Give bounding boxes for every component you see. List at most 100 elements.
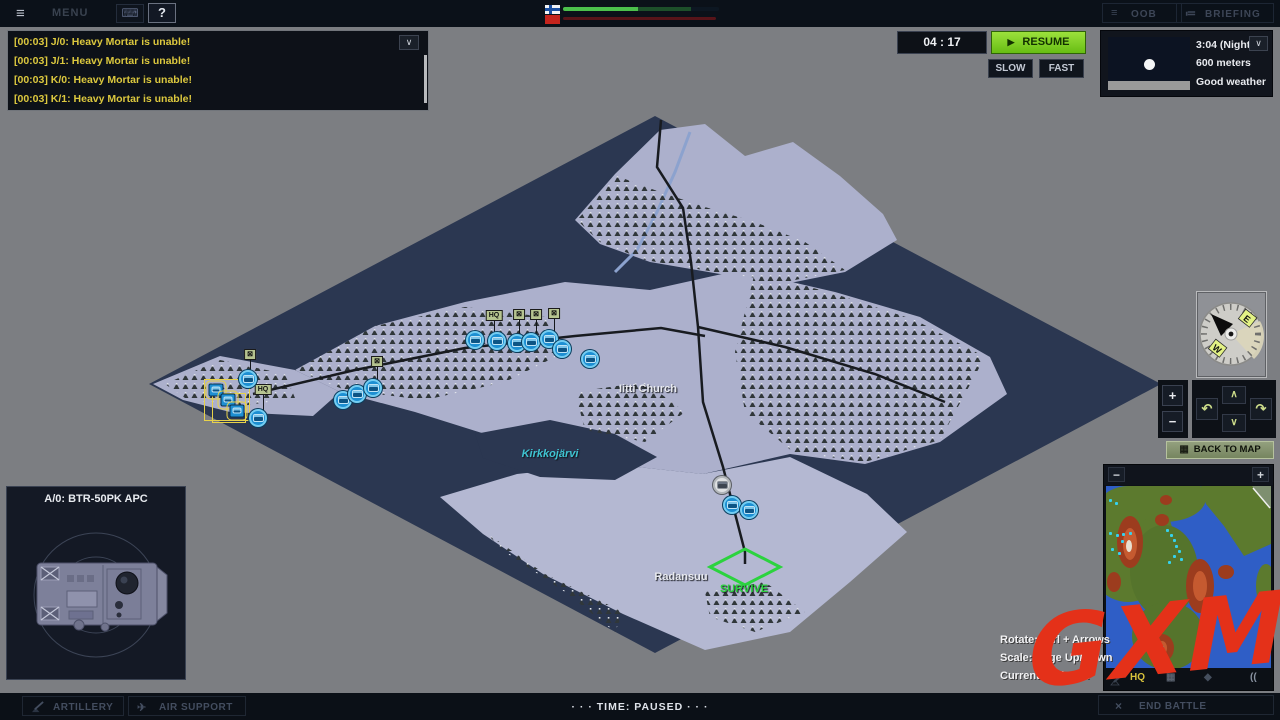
rotate-right-button[interactable]: ↷ xyxy=(1250,398,1272,420)
unit-marker-neutral[interactable] xyxy=(713,476,731,494)
mission-timer: 04 : 17 xyxy=(897,31,987,54)
unit-marker-apc[interactable] xyxy=(239,370,257,388)
unit-flag[interactable]: HQ xyxy=(486,310,503,321)
unit-marker-vehicle[interactable] xyxy=(230,405,245,418)
apc-icon xyxy=(526,338,537,346)
compass: E W xyxy=(1197,292,1266,377)
unit-marker-apc[interactable] xyxy=(364,379,382,397)
chevron-down-icon: ∨ xyxy=(1255,38,1262,48)
tilt-up-button[interactable]: ∧ xyxy=(1222,386,1246,404)
minimap-unit-dot xyxy=(1180,558,1183,561)
minimap[interactable]: − + xyxy=(1103,464,1274,691)
log-message: [00:03] K/1: Heavy Mortar is unable! xyxy=(14,93,192,105)
apc-icon xyxy=(224,397,233,403)
rotate-left-button[interactable]: ↶ xyxy=(1196,398,1218,420)
log-message: [00:03] J/0: Heavy Mortar is unable! xyxy=(14,36,190,48)
message-log: [00:03] J/0: Heavy Mortar is unable! [00… xyxy=(7,30,429,111)
unit-flag[interactable]: ⊠ xyxy=(371,356,383,367)
help-button[interactable]: ? xyxy=(148,3,176,23)
zoom-out-button[interactable]: − xyxy=(1162,411,1183,432)
unit-marker-apc[interactable] xyxy=(723,496,741,514)
minimap-unit-dot xyxy=(1156,642,1159,645)
end-battle-button[interactable]: × END BATTLE xyxy=(1098,695,1274,715)
hamburger-menu-icon[interactable]: ≡ xyxy=(16,5,25,22)
compass-panel[interactable]: E W xyxy=(1196,291,1267,378)
grid-toggle-icon[interactable]: ▦ xyxy=(1166,672,1175,683)
log-scrollbar[interactable] xyxy=(424,55,427,103)
minimap-unit-dot xyxy=(1109,532,1112,535)
log-collapse-button[interactable]: ∨ xyxy=(399,35,419,50)
unit-marker-apc[interactable] xyxy=(553,340,571,358)
camera-help-text: Rotate: Ctrl + Arrows Scale: Page Up/Dow… xyxy=(1000,631,1112,685)
unit-marker-apc[interactable] xyxy=(740,501,758,519)
map-label-lake: Kirkkojärvi xyxy=(522,448,579,460)
zoom-in-button[interactable]: + xyxy=(1162,385,1183,406)
minimap-toolbar: HQ ▦ ◆ (( xyxy=(1104,669,1273,690)
resume-button[interactable]: ▶RESUME xyxy=(991,31,1086,54)
ground-strip xyxy=(1108,81,1190,90)
minimap-zoom-out-button[interactable]: − xyxy=(1108,467,1125,482)
unit-flag[interactable]: ⊠ xyxy=(244,349,256,360)
unit-marker-apc[interactable] xyxy=(581,350,599,368)
apc-icon xyxy=(352,390,363,398)
minimap-unit-dot xyxy=(1155,624,1158,627)
tilt-down-button[interactable]: ∨ xyxy=(1222,414,1246,432)
menu-label[interactable]: MENU xyxy=(52,7,88,19)
unit-flag[interactable]: ⊠ xyxy=(513,309,525,320)
top-bar: ≡ MENU ⌨ ? ≡ OOB ≔ BRIEFING xyxy=(0,0,1280,27)
apc-icon xyxy=(727,501,738,509)
minimap-unit-dot xyxy=(1109,499,1112,502)
minimap-unit-dot xyxy=(1129,532,1132,535)
minimap-unit-dot xyxy=(1153,636,1156,639)
briefing-button[interactable]: ≔ BRIEFING xyxy=(1176,3,1274,23)
apc-icon xyxy=(243,375,254,383)
grid-icon: ▦ xyxy=(1179,444,1188,455)
enemy-strength-bar xyxy=(563,17,716,20)
apc-icon xyxy=(233,408,242,414)
marker-toggle-icon[interactable]: ◆ xyxy=(1204,672,1212,683)
minimap-unit-dot xyxy=(1122,533,1125,536)
vehicle-top-view xyxy=(7,509,185,677)
slow-speed-button[interactable]: SLOW xyxy=(988,59,1033,78)
chevron-up-icon: ∧ xyxy=(1230,389,1237,400)
time-status: · · · TIME: PAUSED · · · xyxy=(0,701,1280,713)
oob-button[interactable]: ≡ OOB xyxy=(1102,3,1182,23)
minimap-unit-dot xyxy=(1115,502,1118,505)
help-scale-line: Scale: Page Up/Down xyxy=(1000,649,1112,667)
unit-marker-apc[interactable] xyxy=(522,333,540,351)
apc-icon xyxy=(470,336,481,344)
apc-icon xyxy=(585,355,596,363)
weather-value: Good weather xyxy=(1196,76,1266,88)
help-current-line: Current scale: 1x xyxy=(1000,667,1112,685)
time-of-day: 3:04 (Night) xyxy=(1196,39,1254,51)
apc-icon xyxy=(717,481,728,489)
minimap-unit-dot xyxy=(1175,545,1178,548)
keyboard-shortcuts-button[interactable]: ⌨ xyxy=(116,4,144,23)
apc-icon xyxy=(212,387,221,393)
minimap-hq-filter[interactable]: HQ xyxy=(1130,672,1145,683)
back-to-map-button[interactable]: ▦BACK TO MAP xyxy=(1166,441,1274,459)
conditions-collapse-button[interactable]: ∨ xyxy=(1249,36,1268,51)
radio-toggle-icon[interactable]: (( xyxy=(1250,672,1257,683)
minimap-unit-dot xyxy=(1116,534,1119,537)
minimap-unit-dot xyxy=(1121,540,1124,543)
unit-flag[interactable]: HQ xyxy=(255,384,272,395)
chevron-down-icon: ∨ xyxy=(1230,417,1237,428)
camera-arrows-panel: ∧ ∨ ↶ ↷ xyxy=(1192,380,1276,438)
minimap-unit-dot xyxy=(1158,630,1161,633)
fast-speed-button[interactable]: FAST xyxy=(1039,59,1084,78)
moon-icon xyxy=(1144,59,1155,70)
unit-flag[interactable]: ⊠ xyxy=(548,308,560,319)
unit-marker-apc[interactable] xyxy=(249,409,267,427)
briefing-list-icon: ≔ xyxy=(1185,7,1197,20)
finland-flag-icon xyxy=(545,5,560,14)
minimap-zoom-in-button[interactable]: + xyxy=(1252,467,1269,482)
minimap-unit-dot xyxy=(1173,539,1176,542)
unit-marker-apc[interactable] xyxy=(488,332,506,350)
apc-icon xyxy=(512,339,523,347)
minimap-unit-dot xyxy=(1166,529,1169,532)
friendly-strength-bar xyxy=(563,7,719,11)
unit-marker-apc[interactable] xyxy=(466,331,484,349)
unit-flag[interactable]: ⊠ xyxy=(530,309,542,320)
apc-icon xyxy=(744,506,755,514)
